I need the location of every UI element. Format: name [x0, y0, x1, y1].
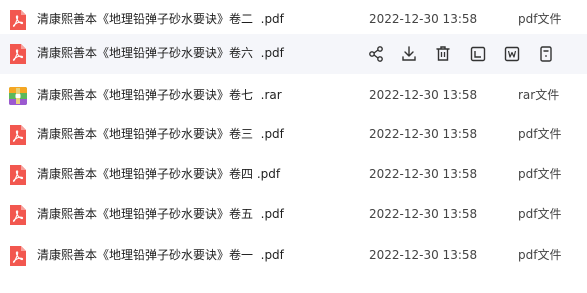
file-row[interactable]: 清康熙善本《地理铅弹子砂水要诀》卷四 .pdf 2022-12-30 13:58…: [0, 155, 587, 195]
file-date: 2022-12-30 13:58: [369, 88, 478, 102]
pdf-icon: [8, 164, 28, 186]
file-list: 清康熙善本《地理铅弹子砂水要诀》卷二 .pdf 2022-12-30 13:58…: [0, 0, 587, 293]
pdf-icon: [8, 124, 28, 146]
delete-icon[interactable]: [433, 44, 453, 64]
file-name[interactable]: 清康熙善本《地理铅弹子砂水要诀》卷一 .pdf: [37, 247, 284, 263]
pdf-icon: [8, 43, 28, 65]
file-date: 2022-12-30 13:58: [369, 167, 478, 181]
file-type: rar文件: [518, 88, 560, 102]
file-row[interactable]: 清康熙善本《地理铅弹子砂水要诀》卷五 .pdf 2022-12-30 13:58…: [0, 195, 587, 235]
pdf-icon: [8, 204, 28, 226]
file-name[interactable]: 清康熙善本《地理铅弹子砂水要诀》卷四 .pdf: [37, 166, 280, 182]
file-name[interactable]: 清康熙善本《地理铅弹子砂水要诀》卷六 .pdf: [37, 45, 284, 61]
file-name[interactable]: 清康熙善本《地理铅弹子砂水要诀》卷五 .pdf: [37, 206, 284, 222]
file-row[interactable]: 清康熙善本《地理铅弹子砂水要诀》卷三 .pdf 2022-12-30 13:58…: [0, 115, 587, 155]
more-icon[interactable]: [536, 44, 556, 64]
file-type: pdf文件: [518, 12, 562, 26]
file-name[interactable]: 清康熙善本《地理铅弹子砂水要诀》卷七 .rar: [37, 87, 282, 103]
file-name[interactable]: 清康熙善本《地理铅弹子砂水要诀》卷三 .pdf: [37, 126, 284, 142]
move-icon[interactable]: [468, 44, 488, 64]
file-date: 2022-12-30 13:58: [369, 248, 478, 262]
file-row[interactable]: 清康熙善本《地理铅弹子砂水要诀》卷七 .rar 2022-12-30 13:58…: [0, 76, 587, 116]
file-type: pdf文件: [518, 167, 562, 181]
file-row-hovered[interactable]: 清康熙善本《地理铅弹子砂水要诀》卷六 .pdf: [0, 34, 587, 74]
pdf-icon: [8, 245, 28, 267]
rar-archive-icon: [8, 85, 28, 107]
share-icon[interactable]: [366, 44, 386, 64]
file-row[interactable]: 清康熙善本《地理铅弹子砂水要诀》卷一 .pdf 2022-12-30 13:58…: [0, 236, 587, 276]
file-name[interactable]: 清康熙善本《地理铅弹子砂水要诀》卷二 .pdf: [37, 11, 284, 27]
pdf-icon: [8, 9, 28, 31]
file-date: 2022-12-30 13:58: [369, 12, 478, 26]
rename-icon[interactable]: [502, 44, 522, 64]
file-date: 2022-12-30 13:58: [369, 207, 478, 221]
file-type: pdf文件: [518, 207, 562, 221]
file-type: pdf文件: [518, 127, 562, 141]
download-icon[interactable]: [399, 44, 419, 64]
file-type: pdf文件: [518, 248, 562, 262]
file-date: 2022-12-30 13:58: [369, 127, 478, 141]
